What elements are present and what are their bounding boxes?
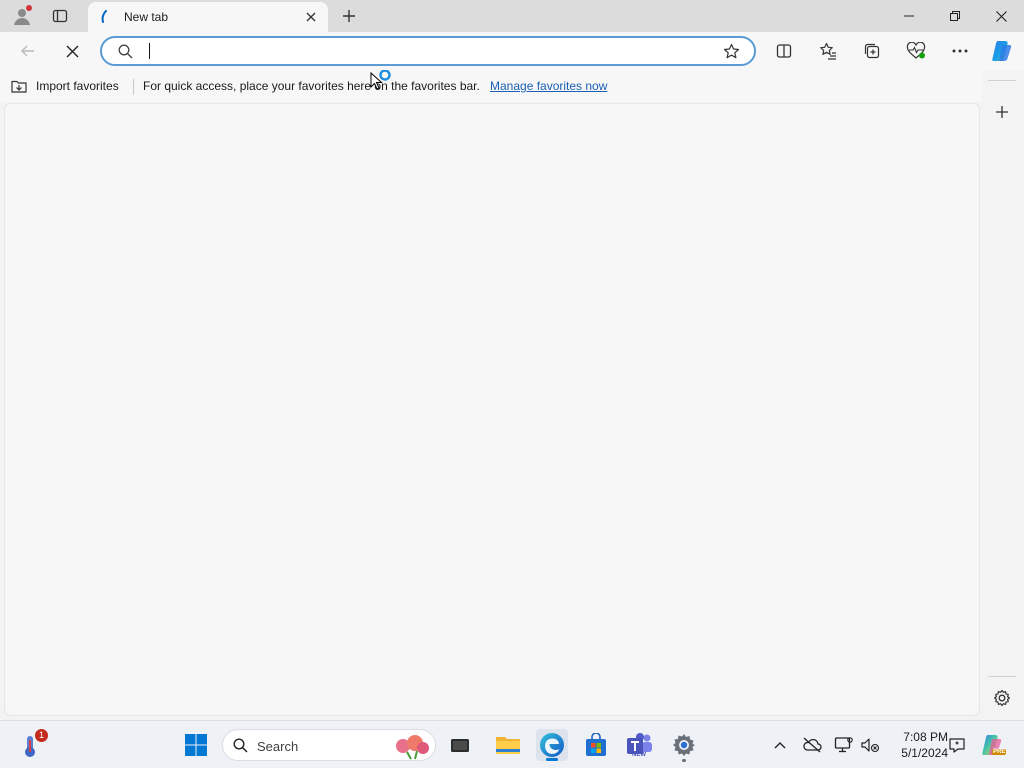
address-bar[interactable]	[100, 36, 756, 66]
close-icon	[306, 12, 316, 22]
active-app-indicator	[546, 758, 558, 761]
stop-loading-button[interactable]	[56, 35, 88, 67]
taskbar-search-box[interactable]: Search	[222, 729, 436, 761]
speaker-muted-icon	[860, 737, 880, 753]
split-screen-icon	[776, 43, 792, 59]
minimize-button[interactable]	[886, 0, 932, 32]
tab-new-tab[interactable]: New tab	[88, 2, 328, 32]
collections-button[interactable]	[856, 35, 888, 67]
star-icon	[723, 43, 740, 60]
weather-badge: 1	[35, 729, 48, 742]
copilot-icon	[990, 39, 1014, 63]
network-monitor-icon	[834, 736, 854, 754]
loading-spinner-icon	[98, 10, 110, 24]
search-icon	[118, 44, 133, 59]
copilot-taskbar-button[interactable]: PRE	[976, 729, 1008, 761]
plus-icon	[342, 9, 356, 23]
import-favorites-button[interactable]: Import favorites	[10, 76, 119, 96]
favorites-separator	[133, 79, 134, 95]
split-screen-button[interactable]	[768, 35, 800, 67]
new-tab-button[interactable]	[333, 0, 365, 32]
page-content	[4, 103, 980, 716]
tab-actions-icon	[52, 8, 68, 24]
heart-pulse-icon	[906, 42, 926, 60]
gear-icon	[993, 689, 1011, 707]
weather-widget-button[interactable]: 1	[16, 729, 48, 761]
stop-icon	[66, 45, 79, 58]
search-highlight-flowers-icon	[393, 732, 431, 760]
taskbar: 1 Search NEW 7:08 PM 5/1/2024 PRE	[0, 720, 1024, 768]
mouse-cursor-busy-icon	[370, 70, 394, 94]
settings-gear-icon	[671, 732, 697, 758]
volume-button[interactable]	[856, 729, 884, 761]
settings-and-more-button[interactable]	[944, 35, 976, 67]
notification-bell-icon	[948, 736, 966, 754]
file-explorer-button[interactable]	[492, 729, 524, 761]
folder-icon	[495, 734, 521, 756]
plus-icon	[995, 105, 1009, 119]
teams-new-badge: NEW	[632, 752, 646, 758]
edge-sidebar	[982, 70, 1024, 718]
manage-favorites-link[interactable]: Manage favorites now	[490, 79, 607, 93]
import-favorites-icon	[10, 78, 28, 94]
close-tab-button[interactable]	[298, 2, 324, 32]
windows-logo-icon	[184, 733, 208, 757]
title-bar: New tab	[0, 0, 1024, 32]
task-view-icon	[450, 737, 470, 753]
favorites-button[interactable]	[812, 35, 844, 67]
sidebar-settings-button[interactable]	[986, 682, 1018, 714]
chevron-up-icon	[774, 741, 786, 749]
favorites-star-list-icon	[819, 42, 837, 60]
clock-date: 5/1/2024	[901, 746, 948, 760]
more-horizontal-icon	[952, 49, 968, 53]
close-window-button[interactable]	[978, 0, 1024, 32]
minimize-icon	[904, 11, 914, 21]
profile-button[interactable]	[6, 0, 38, 32]
close-icon	[995, 10, 1007, 22]
task-view-button[interactable]	[444, 729, 476, 761]
text-caret	[149, 43, 150, 59]
import-favorites-label: Import favorites	[36, 79, 119, 93]
notifications-button[interactable]	[944, 729, 970, 761]
store-bag-icon	[584, 733, 608, 757]
sidebar-divider	[988, 80, 1016, 81]
start-button[interactable]	[180, 729, 212, 761]
search-icon	[233, 738, 248, 753]
collections-icon	[863, 42, 881, 60]
add-favorite-button[interactable]	[716, 37, 746, 65]
copilot-preview-badge: PRE	[992, 749, 1007, 755]
teams-button[interactable]: NEW	[624, 729, 656, 761]
taskbar-clock[interactable]: 7:08 PM 5/1/2024	[888, 729, 948, 761]
sidebar-add-button[interactable]	[986, 96, 1018, 128]
copilot-button[interactable]	[986, 35, 1018, 67]
cloud-offline-icon	[802, 737, 822, 753]
browser-essentials-button[interactable]	[900, 35, 932, 67]
settings-app-button[interactable]	[668, 729, 700, 762]
microsoft-store-button[interactable]	[580, 729, 612, 761]
address-input[interactable]	[148, 42, 708, 62]
network-button[interactable]	[830, 729, 858, 761]
restore-icon	[950, 11, 960, 21]
profile-icon	[11, 5, 33, 27]
onedrive-button[interactable]	[798, 729, 826, 761]
sidebar-divider	[988, 676, 1016, 677]
navigation-toolbar	[0, 32, 1024, 70]
favorites-bar: Import favorites For quick access, place…	[0, 70, 990, 102]
taskbar-search-label: Search	[257, 739, 299, 754]
arrow-left-icon	[20, 43, 36, 59]
show-hidden-icons-button[interactable]	[766, 729, 794, 761]
favorites-bar-message: For quick access, place your favorites h…	[143, 79, 480, 93]
edge-taskbar-button[interactable]	[536, 729, 568, 761]
restore-button[interactable]	[932, 0, 978, 32]
back-button[interactable]	[12, 35, 44, 67]
running-app-indicator	[682, 759, 686, 762]
edge-icon	[539, 732, 565, 758]
tab-title: New tab	[124, 10, 169, 24]
clock-time: 7:08 PM	[903, 730, 948, 744]
tab-actions-button[interactable]	[44, 0, 76, 32]
